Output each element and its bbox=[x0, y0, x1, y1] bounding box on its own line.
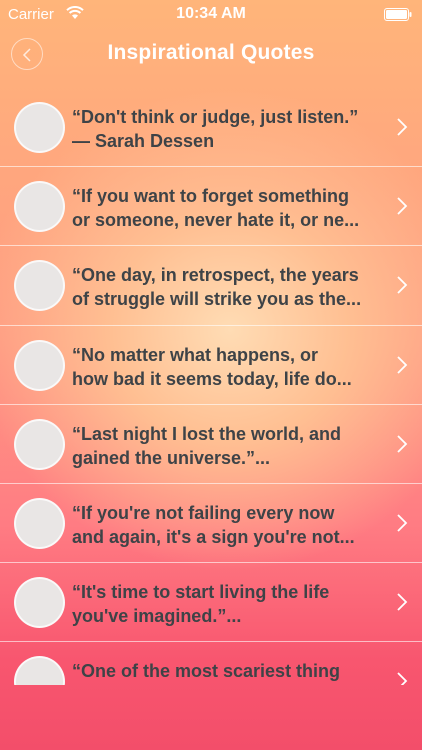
chevron-right-icon bbox=[397, 435, 408, 453]
page-title: Inspirational Quotes bbox=[107, 41, 315, 64]
quote-row[interactable]: “No matter what happens, or how bad it s… bbox=[0, 326, 422, 405]
avatar bbox=[14, 260, 65, 312]
quote-row[interactable]: “It's time to start living the life you'… bbox=[0, 563, 422, 643]
avatar bbox=[14, 656, 65, 685]
chevron-right-icon bbox=[397, 593, 408, 611]
chevron-right-icon bbox=[397, 514, 408, 532]
navigation-bar: Inspirational Quotes bbox=[0, 28, 422, 80]
quote-text: “It's time to start living the life you'… bbox=[72, 582, 330, 627]
quote-text: “Don't think or judge, just listen.” — S… bbox=[72, 107, 359, 151]
quote-row[interactable]: “Last night I lost the world, and gained… bbox=[0, 405, 422, 484]
quote-text: “One of the most scariest thing bbox=[72, 661, 341, 682]
quote-text: “If you're not failing every now and aga… bbox=[72, 502, 355, 547]
quote-text: “No matter what happens, or how bad it s… bbox=[72, 344, 352, 389]
avatar bbox=[14, 577, 65, 629]
chevron-right-icon bbox=[397, 118, 408, 136]
quote-row[interactable]: “If you want to forget something or some… bbox=[0, 167, 422, 247]
avatar bbox=[14, 339, 65, 391]
chevron-right-icon bbox=[397, 197, 408, 215]
avatar bbox=[14, 497, 65, 549]
quote-row[interactable]: “If you're not failing every now and aga… bbox=[0, 484, 422, 564]
avatar bbox=[14, 418, 65, 470]
battery-icon bbox=[384, 8, 412, 21]
status-bar: Carrier 10:34 AM bbox=[0, 0, 422, 28]
avatar bbox=[14, 181, 65, 233]
chevron-right-icon bbox=[397, 672, 408, 685]
chevron-right-icon bbox=[397, 276, 408, 295]
avatar bbox=[14, 102, 65, 153]
quote-row[interactable]: “One day, in retrospect, the years of st… bbox=[0, 246, 422, 326]
quote-row[interactable]: “One of the most scariest thing bbox=[0, 642, 422, 685]
quote-list[interactable]: “Don't think or judge, just listen.” — S… bbox=[0, 88, 422, 685]
chevron-right-icon bbox=[397, 355, 408, 374]
status-time: 10:34 AM bbox=[176, 5, 246, 22]
quote-row[interactable]: “Don't think or judge, just listen.” — S… bbox=[0, 88, 422, 168]
quote-text: “If you want to forget something or some… bbox=[72, 186, 360, 231]
quote-text: “Last night I lost the world, and gained… bbox=[72, 423, 341, 468]
quote-text: “One day, in retrospect, the years of st… bbox=[72, 265, 362, 310]
